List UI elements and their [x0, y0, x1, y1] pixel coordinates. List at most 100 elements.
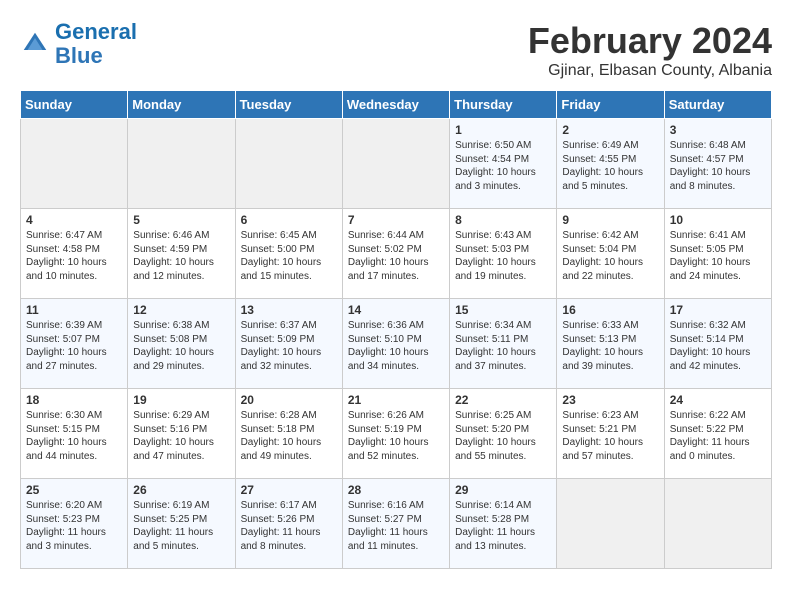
day-info: Sunrise: 6:34 AM Sunset: 5:11 PM Dayligh… [455, 319, 551, 373]
day-number: 23 [562, 393, 658, 407]
day-number: 24 [670, 393, 766, 407]
calendar-cell: 14 Sunrise: 6:36 AM Sunset: 5:10 PM Dayli… [342, 299, 449, 389]
calendar-week-5: 25Sunrise: 6:20 AM Sunset: 5:23 PM Dayli… [21, 479, 772, 569]
calendar-cell [557, 479, 664, 569]
calendar-week-2: 4 Sunrise: 6:47 AM Sunset: 4:58 PM Daylig… [21, 209, 772, 299]
weekday-header-saturday: Saturday [664, 91, 771, 119]
calendar-cell: 28 Sunrise: 6:16 AM Sunset: 5:27 PM Dayli… [342, 479, 449, 569]
calendar-cell: 21 Sunrise: 6:26 AM Sunset: 5:19 PM Dayli… [342, 389, 449, 479]
day-number: 17 [670, 303, 766, 317]
day-number: 14 [348, 303, 444, 317]
day-info: Sunrise: 6:39 AM Sunset: 5:07 PM Dayligh… [26, 319, 122, 373]
weekday-header-row: SundayMondayTuesdayWednesdayThursdayFrid… [21, 91, 772, 119]
day-number: 2 [562, 123, 658, 137]
calendar-table: SundayMondayTuesdayWednesdayThursdayFrid… [20, 90, 772, 569]
calendar-cell: 7 Sunrise: 6:44 AM Sunset: 5:02 PM Daylig… [342, 209, 449, 299]
day-info: Sunrise: 6:48 AM Sunset: 4:57 PM Dayligh… [670, 139, 766, 193]
calendar-cell: 19 Sunrise: 6:29 AM Sunset: 5:16 PM Dayli… [128, 389, 235, 479]
day-number: 21 [348, 393, 444, 407]
calendar-cell: 25Sunrise: 6:20 AM Sunset: 5:23 PM Dayli… [21, 479, 128, 569]
month-title: February 2024 [528, 20, 772, 62]
day-number: 13 [241, 303, 337, 317]
logo-icon [20, 29, 50, 59]
day-number: 18 [26, 393, 122, 407]
weekday-header-friday: Friday [557, 91, 664, 119]
calendar-week-4: 18 Sunrise: 6:30 AM Sunset: 5:15 PM Dayli… [21, 389, 772, 479]
day-number: 11 [26, 303, 122, 317]
weekday-header-wednesday: Wednesday [342, 91, 449, 119]
day-info: Sunrise: 6:45 AM Sunset: 5:00 PM Dayligh… [241, 229, 337, 283]
day-info: Sunrise: 6:33 AM Sunset: 5:13 PM Dayligh… [562, 319, 658, 373]
day-info: Sunrise: 6:47 AM Sunset: 4:58 PM Dayligh… [26, 229, 122, 283]
day-number: 19 [133, 393, 229, 407]
day-info: Sunrise: 6:25 AM Sunset: 5:20 PM Dayligh… [455, 409, 551, 463]
weekday-header-sunday: Sunday [21, 91, 128, 119]
day-info: Sunrise: 6:30 AM Sunset: 5:15 PM Dayligh… [26, 409, 122, 463]
calendar-cell [235, 119, 342, 209]
day-number: 20 [241, 393, 337, 407]
day-info: Sunrise: 6:44 AM Sunset: 5:02 PM Dayligh… [348, 229, 444, 283]
calendar-cell: 22 Sunrise: 6:25 AM Sunset: 5:20 PM Dayli… [450, 389, 557, 479]
weekday-header-thursday: Thursday [450, 91, 557, 119]
calendar-cell [342, 119, 449, 209]
logo-text: General Blue [55, 20, 137, 68]
day-number: 15 [455, 303, 551, 317]
day-info: Sunrise: 6:49 AM Sunset: 4:55 PM Dayligh… [562, 139, 658, 193]
day-info: Sunrise: 6:26 AM Sunset: 5:19 PM Dayligh… [348, 409, 444, 463]
calendar-cell: 23 Sunrise: 6:23 AM Sunset: 5:21 PM Dayli… [557, 389, 664, 479]
calendar-cell: 13Sunrise: 6:37 AM Sunset: 5:09 PM Dayli… [235, 299, 342, 389]
calendar-cell: 3 Sunrise: 6:48 AM Sunset: 4:57 PM Daylig… [664, 119, 771, 209]
weekday-header-tuesday: Tuesday [235, 91, 342, 119]
calendar-cell: 12 Sunrise: 6:38 AM Sunset: 5:08 PM Dayli… [128, 299, 235, 389]
calendar-cell: 20 Sunrise: 6:28 AM Sunset: 5:18 PM Dayli… [235, 389, 342, 479]
day-number: 6 [241, 213, 337, 227]
logo: General Blue [20, 20, 137, 68]
calendar-cell [664, 479, 771, 569]
day-info: Sunrise: 6:36 AM Sunset: 5:10 PM Dayligh… [348, 319, 444, 373]
calendar-week-1: 1Sunrise: 6:50 AM Sunset: 4:54 PM Daylig… [21, 119, 772, 209]
day-number: 22 [455, 393, 551, 407]
day-info: Sunrise: 6:41 AM Sunset: 5:05 PM Dayligh… [670, 229, 766, 283]
calendar-cell: 26 Sunrise: 6:19 AM Sunset: 5:25 PM Dayli… [128, 479, 235, 569]
day-info: Sunrise: 6:19 AM Sunset: 5:25 PM Dayligh… [133, 499, 229, 553]
calendar-week-3: 11 Sunrise: 6:39 AM Sunset: 5:07 PM Dayli… [21, 299, 772, 389]
day-info: Sunrise: 6:16 AM Sunset: 5:27 PM Dayligh… [348, 499, 444, 553]
calendar-cell: 27Sunrise: 6:17 AM Sunset: 5:26 PM Dayli… [235, 479, 342, 569]
calendar-cell: 8Sunrise: 6:43 AM Sunset: 5:03 PM Daylig… [450, 209, 557, 299]
day-info: Sunrise: 6:38 AM Sunset: 5:08 PM Dayligh… [133, 319, 229, 373]
day-number: 26 [133, 483, 229, 497]
calendar-cell: 16Sunrise: 6:33 AM Sunset: 5:13 PM Dayli… [557, 299, 664, 389]
calendar-cell: 5 Sunrise: 6:46 AM Sunset: 4:59 PM Daylig… [128, 209, 235, 299]
day-number: 7 [348, 213, 444, 227]
day-number: 25 [26, 483, 122, 497]
weekday-header-monday: Monday [128, 91, 235, 119]
title-block: February 2024 Gjinar, Elbasan County, Al… [528, 20, 772, 80]
day-info: Sunrise: 6:29 AM Sunset: 5:16 PM Dayligh… [133, 409, 229, 463]
day-number: 5 [133, 213, 229, 227]
day-number: 1 [455, 123, 551, 137]
day-info: Sunrise: 6:22 AM Sunset: 5:22 PM Dayligh… [670, 409, 766, 463]
day-info: Sunrise: 6:14 AM Sunset: 5:28 PM Dayligh… [455, 499, 551, 553]
calendar-cell: 4 Sunrise: 6:47 AM Sunset: 4:58 PM Daylig… [21, 209, 128, 299]
day-number: 9 [562, 213, 658, 227]
day-number: 8 [455, 213, 551, 227]
calendar-cell: 11 Sunrise: 6:39 AM Sunset: 5:07 PM Dayli… [21, 299, 128, 389]
logo-line2: Blue [55, 44, 137, 68]
day-info: Sunrise: 6:28 AM Sunset: 5:18 PM Dayligh… [241, 409, 337, 463]
day-info: Sunrise: 6:42 AM Sunset: 5:04 PM Dayligh… [562, 229, 658, 283]
calendar-cell: 10Sunrise: 6:41 AM Sunset: 5:05 PM Dayli… [664, 209, 771, 299]
day-number: 3 [670, 123, 766, 137]
calendar-cell: 24 Sunrise: 6:22 AM Sunset: 5:22 PM Dayli… [664, 389, 771, 479]
day-number: 12 [133, 303, 229, 317]
calendar-cell [21, 119, 128, 209]
day-info: Sunrise: 6:23 AM Sunset: 5:21 PM Dayligh… [562, 409, 658, 463]
day-number: 4 [26, 213, 122, 227]
calendar-cell: 6 Sunrise: 6:45 AM Sunset: 5:00 PM Daylig… [235, 209, 342, 299]
calendar-cell: 2 Sunrise: 6:49 AM Sunset: 4:55 PM Daylig… [557, 119, 664, 209]
calendar-cell: 15 Sunrise: 6:34 AM Sunset: 5:11 PM Dayli… [450, 299, 557, 389]
logo-line1: General [55, 19, 137, 44]
day-number: 27 [241, 483, 337, 497]
day-number: 28 [348, 483, 444, 497]
calendar-cell: 9 Sunrise: 6:42 AM Sunset: 5:04 PM Daylig… [557, 209, 664, 299]
day-info: Sunrise: 6:46 AM Sunset: 4:59 PM Dayligh… [133, 229, 229, 283]
